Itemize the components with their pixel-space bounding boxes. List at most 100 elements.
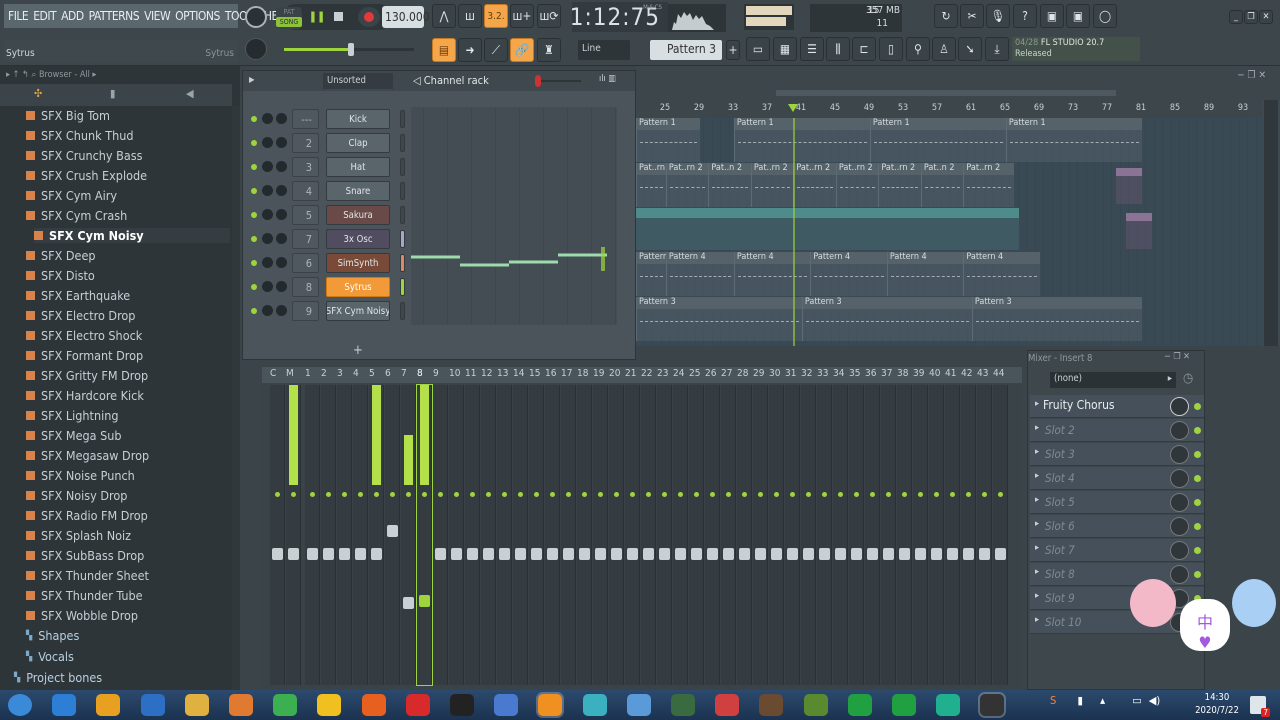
pattern-clip[interactable]: Pat..rn 2 bbox=[665, 163, 709, 207]
volume-fader[interactable] bbox=[803, 548, 814, 560]
volume-fader[interactable] bbox=[611, 548, 622, 560]
channel-button[interactable]: Snare bbox=[326, 181, 390, 201]
cut-button[interactable]: ✂ bbox=[960, 4, 984, 28]
insert-strip[interactable] bbox=[465, 385, 480, 685]
mixer-track-number[interactable]: 7 bbox=[292, 229, 319, 249]
mute-led[interactable] bbox=[251, 236, 257, 242]
pattern-clip[interactable]: Pattern 3 bbox=[801, 297, 972, 341]
video-app-icon[interactable] bbox=[494, 694, 519, 716]
qq-icon[interactable] bbox=[450, 694, 474, 716]
minimize-button[interactable]: _ bbox=[1229, 10, 1243, 24]
browser-button[interactable]: ⊏ bbox=[852, 37, 876, 61]
volume-fader[interactable] bbox=[499, 548, 510, 560]
browser-item[interactable]: SFX Chunk Thud bbox=[26, 128, 133, 143]
enable-led[interactable] bbox=[438, 492, 443, 497]
pattern-clip[interactable]: Pattern 4 bbox=[665, 252, 734, 296]
stamp-button[interactable]: ♜ bbox=[537, 38, 561, 62]
enable-led[interactable] bbox=[710, 492, 715, 497]
pat-song-toggle[interactable]: PAT SONG bbox=[276, 7, 302, 29]
sample-clip[interactable] bbox=[1116, 168, 1142, 204]
monitor-app-icon[interactable] bbox=[671, 694, 695, 716]
channel-button[interactable]: 3x Osc bbox=[326, 229, 390, 249]
mixer-track-number[interactable]: --- bbox=[292, 109, 319, 129]
insert-strip[interactable] bbox=[801, 385, 816, 685]
play-app-icon[interactable] bbox=[847, 694, 872, 716]
mixer-track-number[interactable]: 2 bbox=[292, 133, 319, 153]
effect-slot[interactable]: ▸ Slot 6 bbox=[1030, 515, 1204, 538]
tempo-display[interactable]: 130.000 bbox=[382, 6, 430, 28]
enable-led[interactable] bbox=[758, 492, 763, 497]
volume-fader[interactable] bbox=[899, 548, 910, 560]
master-volume-knob[interactable] bbox=[245, 6, 267, 28]
enable-led[interactable] bbox=[742, 492, 747, 497]
browser-item[interactable]: SFX Crunchy Bass bbox=[26, 148, 142, 163]
volume-fader[interactable] bbox=[387, 525, 398, 537]
volume-fader[interactable] bbox=[995, 548, 1006, 560]
main-volume-slider[interactable] bbox=[284, 43, 414, 56]
browser-item[interactable]: SFX Thunder Tube bbox=[26, 588, 143, 603]
stop-button[interactable] bbox=[334, 12, 343, 21]
help-button[interactable]: ? bbox=[1013, 4, 1037, 28]
volume-knob[interactable] bbox=[276, 161, 287, 172]
effect-slot[interactable]: ▸ Slot 4 bbox=[1030, 467, 1204, 490]
channel-button[interactable]: Sytrus bbox=[326, 277, 390, 297]
pattern-clip[interactable]: Pattern 4 bbox=[963, 252, 1040, 296]
enable-led[interactable] bbox=[310, 492, 315, 497]
select-indicator[interactable] bbox=[400, 254, 405, 272]
link-button[interactable]: 🔗 bbox=[510, 38, 534, 62]
network-icon[interactable]: ▭ bbox=[1132, 694, 1141, 707]
volume-fader[interactable] bbox=[451, 548, 462, 560]
slot-enable-led[interactable] bbox=[1194, 451, 1201, 458]
pattern-clip[interactable]: Pattern 1 bbox=[733, 118, 870, 162]
timeline-ruler[interactable]: 25 29 33 37 41 45 49 53 57 61 65 69 73 77 81 85 89 93 bbox=[636, 100, 1262, 118]
pattern-clip[interactable]: Pat..rn 2 bbox=[835, 163, 879, 207]
fl-studio-icon[interactable] bbox=[536, 692, 565, 718]
insert-window-controls[interactable]: − ❐ ✕ bbox=[1164, 352, 1190, 362]
channel-button[interactable]: Sakura bbox=[326, 205, 390, 225]
insert-strip[interactable] bbox=[913, 385, 928, 685]
insert-strip[interactable] bbox=[753, 385, 768, 685]
enable-led[interactable] bbox=[454, 492, 459, 497]
pan-knob[interactable] bbox=[262, 161, 273, 172]
mix-knob[interactable] bbox=[1170, 517, 1189, 536]
volume-fader[interactable] bbox=[659, 548, 670, 560]
minecraft-alt-icon[interactable] bbox=[803, 694, 828, 716]
insert-strip[interactable] bbox=[929, 385, 944, 685]
volume-fader[interactable] bbox=[288, 548, 299, 560]
browser-folder[interactable]: ▚ Shapes bbox=[26, 628, 79, 643]
volume-fader[interactable] bbox=[435, 548, 446, 560]
mix-knob[interactable] bbox=[1170, 493, 1189, 512]
insert-strip[interactable] bbox=[897, 385, 912, 685]
enable-led[interactable] bbox=[838, 492, 843, 497]
media-player-icon[interactable] bbox=[229, 694, 253, 716]
pattern-clip[interactable]: Pattern 1 bbox=[869, 118, 1006, 162]
slot-enable-led[interactable] bbox=[1194, 547, 1201, 554]
insert-strip[interactable] bbox=[721, 385, 736, 685]
files-tab-icon[interactable]: ▮ bbox=[110, 87, 115, 100]
enable-led[interactable] bbox=[390, 492, 395, 497]
effect-slot[interactable]: ▸ Slot 5 bbox=[1030, 491, 1204, 514]
news-panel[interactable]: 04/28 FL STUDIO 20.7 Released bbox=[1012, 37, 1140, 61]
browser-item[interactable]: SFX Megasaw Drop bbox=[26, 448, 149, 463]
browser-item[interactable]: SFX Noisy Drop bbox=[26, 488, 127, 503]
loop-record-button[interactable]: ш⟳ bbox=[537, 4, 561, 28]
volume-fader[interactable] bbox=[515, 548, 526, 560]
enable-led[interactable] bbox=[774, 492, 779, 497]
pan-knob[interactable] bbox=[262, 209, 273, 220]
enable-led[interactable] bbox=[342, 492, 347, 497]
insert-strip[interactable] bbox=[657, 385, 672, 685]
enable-led[interactable] bbox=[998, 492, 1003, 497]
enable-led[interactable] bbox=[374, 492, 379, 497]
typing-keyboard-button[interactable]: ➜ bbox=[458, 38, 482, 62]
360-icon[interactable] bbox=[96, 694, 121, 716]
pattern-clip[interactable]: Pat..rn 2 bbox=[636, 163, 666, 207]
volume-fader[interactable] bbox=[947, 548, 958, 560]
playlist-button[interactable]: ▭ bbox=[746, 37, 770, 61]
enable-led[interactable] bbox=[326, 492, 331, 497]
step-grid[interactable] bbox=[411, 107, 617, 325]
enable-led[interactable] bbox=[982, 492, 987, 497]
slot-enable-led[interactable] bbox=[1194, 475, 1201, 482]
enable-led[interactable] bbox=[582, 492, 587, 497]
insert-strip[interactable] bbox=[609, 385, 624, 685]
pattern-clip[interactable]: Pat..rn 2 bbox=[750, 163, 794, 207]
